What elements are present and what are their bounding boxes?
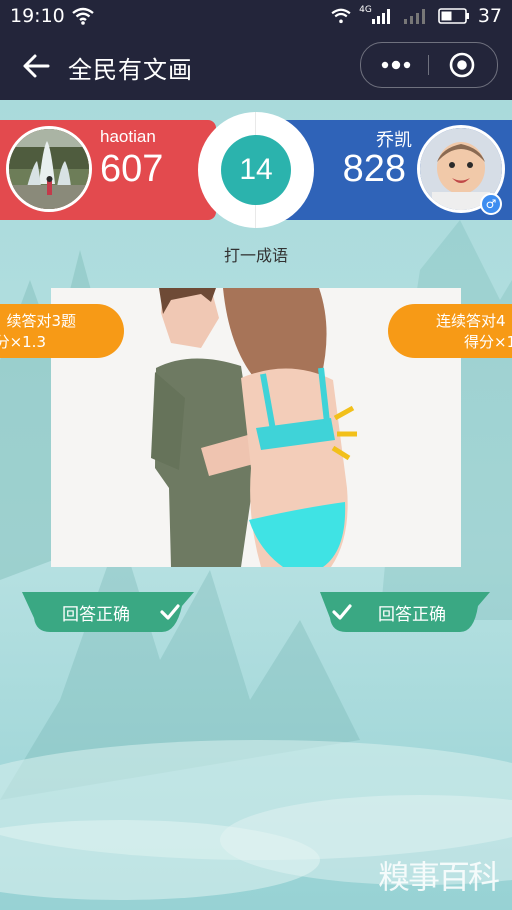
cell-signal-icon	[371, 9, 390, 24]
target-circle-icon[interactable]	[449, 52, 475, 78]
streak-bonus-left: 续答对3题 分×1.3	[0, 304, 124, 358]
status-time: 19:10	[10, 5, 65, 27]
player-left-avatar[interactable]	[6, 126, 92, 212]
player-right-score: 828	[342, 148, 406, 190]
player-left-name: haotian	[100, 127, 156, 146]
streak-bonus-right: 连续答对4 得分×1	[388, 304, 512, 358]
check-icon	[332, 604, 352, 620]
wifi-signal-icon	[331, 8, 351, 24]
streak-left-line1: 续答对3题	[6, 312, 76, 330]
page-title: 全民有文画	[68, 56, 193, 84]
battery-icon	[438, 8, 469, 24]
player-left-score: 607	[100, 148, 164, 190]
answer-result-left: 回答正确	[22, 592, 194, 632]
streak-right-line1: 连续答对4	[436, 312, 506, 330]
cell-signal-2-icon	[403, 9, 425, 24]
status-bar: 19:10 4G 37	[0, 0, 512, 32]
answer-result-right: 回答正确	[320, 592, 490, 632]
battery-level: 37	[477, 5, 502, 27]
arrow-left-icon[interactable]	[22, 52, 50, 80]
more-dots-icon[interactable]	[379, 53, 413, 77]
answer-left-label: 回答正确	[62, 605, 130, 625]
streak-left-line2: 分×1.3	[0, 333, 46, 351]
title-bar: 全民有文画	[0, 32, 512, 100]
network-type-label: 4G	[359, 5, 372, 15]
male-gender-icon: ♂	[480, 193, 502, 215]
question-prompt: 打一成语	[223, 246, 288, 265]
capsule-divider	[428, 55, 429, 75]
streak-right-line2: 得分×1	[464, 333, 512, 351]
answer-right-label: 回答正确	[378, 605, 446, 625]
watermark-text: 糗事百科	[377, 858, 500, 896]
check-icon	[160, 604, 180, 620]
wifi-icon	[72, 7, 94, 25]
countdown-timer: 14	[221, 135, 291, 205]
fountain-photo	[9, 129, 89, 209]
mini-program-capsule	[360, 42, 498, 88]
